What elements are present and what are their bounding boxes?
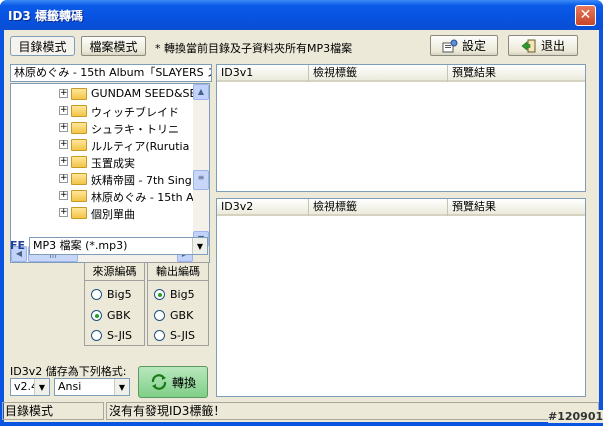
column-header[interactable]: 檢視標籤 xyxy=(309,65,448,82)
plus-box-icon[interactable]: + xyxy=(59,157,68,166)
exit-label: 退出 xyxy=(540,39,565,53)
tab-directory-label: 目錄模式 xyxy=(18,39,67,54)
column-header[interactable]: 檢視標籤 xyxy=(309,199,448,216)
source-big5-label: Big5 xyxy=(107,288,132,301)
watermark-text: #120901 xyxy=(548,410,603,423)
id3v2-grid-header: ID3v2 檢視標籤 預覽結果 xyxy=(217,199,585,216)
source-sjis-label: S-JIS xyxy=(107,329,133,342)
folder-icon xyxy=(71,139,87,151)
source-big5-radio[interactable] xyxy=(91,289,102,300)
scroll-thumb[interactable]: ≡ xyxy=(193,170,209,190)
plus-box-icon[interactable]: + xyxy=(59,140,68,149)
column-header[interactable]: ID3v1 xyxy=(217,65,309,82)
tree-item-label: 林原めぐみ - 15th A xyxy=(91,191,194,204)
convert-label: 轉換 xyxy=(171,375,196,390)
id3v2-charset-select[interactable]: Ansi ▼ xyxy=(54,378,130,396)
source-sjis-radio[interactable] xyxy=(91,330,102,341)
exit-button[interactable]: 退出 xyxy=(508,35,578,56)
column-header[interactable]: 預覽結果 xyxy=(448,199,585,216)
folder-icon xyxy=(71,122,87,134)
settings-label: 設定 xyxy=(461,39,486,53)
plus-box-icon[interactable]: + xyxy=(59,174,68,183)
chevron-down-icon[interactable]: ▼ xyxy=(114,379,129,395)
tree-item[interactable]: + 妖精帝國 - 7th Sing xyxy=(11,171,194,187)
window-frame-bottom xyxy=(0,422,603,426)
source-gbk-radio[interactable] xyxy=(91,310,102,321)
output-gbk-radio[interactable] xyxy=(154,310,165,321)
id3v2-grid[interactable]: ID3v2 檢視標籤 預覽結果 xyxy=(216,198,586,397)
source-encoding-title: 來源編碼 xyxy=(85,263,144,281)
path-combo[interactable]: 林原めぐみ - 15th Album「SLAYERS ス xyxy=(10,64,212,82)
status-mode: 目錄模式 xyxy=(2,402,104,420)
plus-box-icon[interactable]: + xyxy=(59,123,68,132)
window-title: ID3 標籤轉碼 xyxy=(8,9,83,23)
tree-item[interactable]: + シュラキ・トリニ xyxy=(11,120,194,136)
tree-item-label: ウィッチブレイド xyxy=(91,106,179,119)
chevron-down-icon[interactable]: ▼ xyxy=(34,379,49,395)
file-filter-select[interactable]: MP3 檔案 (*.mp3) ▼ xyxy=(29,237,208,255)
settings-icon xyxy=(442,39,458,52)
column-header[interactable]: 預覽結果 xyxy=(448,65,585,82)
app-window: ID3 標籤轉碼 ✕ 目錄模式 檔案模式 * 轉換當前目錄及子資料夾所有MP3檔… xyxy=(0,0,603,426)
tab-file-label: 檔案模式 xyxy=(89,39,138,54)
settings-button[interactable]: 設定 xyxy=(430,35,498,56)
tree-item[interactable]: + GUNDAM SEED&SEED xyxy=(11,86,209,102)
tab-directory-mode[interactable]: 目錄模式 xyxy=(10,36,75,56)
id3v2-version-select[interactable]: v2.4 ▼ xyxy=(10,378,50,396)
id3v1-grid[interactable]: ID3v1 檢視標籤 預覽結果 xyxy=(216,64,586,192)
folder-icon xyxy=(71,207,87,219)
tree-item-label: 玉置成実 xyxy=(91,157,135,170)
plus-box-icon[interactable]: + xyxy=(59,89,68,98)
chevron-down-icon[interactable]: ▼ xyxy=(192,238,207,254)
folder-icon xyxy=(71,173,87,185)
plus-box-icon[interactable]: + xyxy=(59,191,68,200)
tree-item[interactable]: + ウィッチブレイド xyxy=(11,103,194,119)
folder-tree[interactable]: + GUNDAM SEED&SEED + ウィッチブレイド + シュラキ・トリニ… xyxy=(10,83,210,263)
tree-item-label: シュラキ・トリニ xyxy=(91,123,179,136)
id3v1-grid-header: ID3v1 檢視標籤 預覽結果 xyxy=(217,65,585,82)
tree-vertical-scrollbar[interactable]: ▲ ≡ ▼ xyxy=(193,84,209,247)
column-header[interactable]: ID3v2 xyxy=(217,199,309,216)
folder-icon xyxy=(71,88,87,100)
tree-item-label: 妖精帝國 - 7th Sing xyxy=(91,174,192,187)
status-message: 沒有有發現ID3標籤！ xyxy=(106,402,599,420)
status-bar: 目錄模式 沒有有發現ID3標籤！ xyxy=(2,400,599,422)
path-combo-value: 林原めぐみ - 15th Album「SLAYERS ス xyxy=(14,66,212,79)
output-encoding-group: 輸出編碼 Big5 GBK S-JIS xyxy=(147,262,209,346)
title-bar[interactable]: ID3 標籤轉碼 ✕ xyxy=(0,0,603,30)
tree-item-label: ルルティア(Rurutia xyxy=(91,140,190,153)
output-sjis-radio[interactable] xyxy=(154,330,165,341)
plus-box-icon[interactable]: + xyxy=(59,208,68,217)
output-sjis-label: S-JIS xyxy=(170,329,196,342)
scroll-up-icon[interactable]: ▲ xyxy=(193,84,209,100)
id3v2-save-label: ID3v2 儲存為下列格式: xyxy=(10,365,127,378)
tree-item-label: 個別單曲 xyxy=(91,208,135,221)
client-area: 目錄模式 檔案模式 * 轉換當前目錄及子資料夾所有MP3檔案 設定 退出 林原め… xyxy=(2,30,599,422)
file-filter-value: MP3 檔案 (*.mp3) xyxy=(33,239,128,252)
tree-item[interactable]: + 玉置成実 xyxy=(11,154,194,170)
tree-item[interactable]: + 林原めぐみ - 15th A xyxy=(11,188,194,204)
tree-item[interactable]: + ルルティア(Rurutia xyxy=(11,137,194,153)
exit-icon xyxy=(521,39,536,52)
fe-badge-icon: FE xyxy=(10,239,26,252)
tab-file-mode[interactable]: 檔案模式 xyxy=(81,36,146,56)
output-big5-radio[interactable] xyxy=(154,289,165,300)
refresh-icon xyxy=(151,374,167,390)
output-gbk-label: GBK xyxy=(170,309,194,322)
folder-icon xyxy=(71,156,87,168)
plus-box-icon[interactable]: + xyxy=(59,106,68,115)
convert-button[interactable]: 轉換 xyxy=(138,366,208,398)
hint-text: * 轉換當前目錄及子資料夾所有MP3檔案 xyxy=(155,42,353,55)
id3v2-charset-value: Ansi xyxy=(58,380,82,393)
source-gbk-label: GBK xyxy=(107,309,131,322)
tree-item[interactable]: + 個別單曲 xyxy=(11,205,194,221)
folder-icon xyxy=(71,190,87,202)
folder-icon xyxy=(71,105,87,117)
output-big5-label: Big5 xyxy=(170,288,195,301)
close-button[interactable]: ✕ xyxy=(575,5,596,26)
source-encoding-group: 來源編碼 Big5 GBK S-JIS xyxy=(84,262,145,346)
output-encoding-title: 輸出編碼 xyxy=(148,263,208,281)
